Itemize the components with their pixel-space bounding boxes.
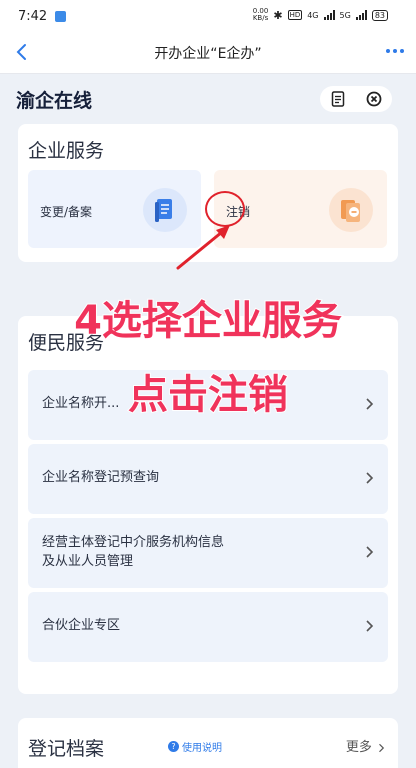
service-label-line1: 经营主体登记中介服务机构信息 <box>42 535 225 550</box>
status-indicators: 0.00 KB/s ✱ HD 4G 5G 83 <box>253 8 388 22</box>
help-icon: ? <box>168 741 179 752</box>
signal-icon-2 <box>355 10 367 20</box>
network-4g-label: 4G <box>307 10 319 20</box>
enterprise-services-title: 企业服务 <box>28 140 105 162</box>
enterprise-services-card: 企业服务 变更/备案 注销 <box>18 124 398 262</box>
nav-title: 开办企业“E企办” <box>154 46 262 62</box>
change-filing-label: 变更/备案 <box>40 205 93 219</box>
status-time: 7:42 <box>18 9 48 24</box>
more-button[interactable] <box>384 38 406 68</box>
service-row-intermediary[interactable]: 经营主体登记中介服务机构信息 及从业人员管理 <box>28 518 388 588</box>
change-filing-tile[interactable]: 变更/备案 <box>28 170 201 248</box>
close-button[interactable] <box>365 90 383 108</box>
battery-icon: 83 <box>371 9 388 21</box>
service-label: 企业名称登记预查询 <box>42 470 160 485</box>
service-label: 合伙企业专区 <box>42 618 121 633</box>
network-5g-label: 5G <box>339 10 351 20</box>
service-label-line2: 及从业人员管理 <box>42 554 134 569</box>
chevron-right-icon <box>379 743 385 752</box>
cancel-doc-icon <box>329 188 373 232</box>
status-bar: 7:42 0.00 KB/s ✱ HD 4G 5G 83 <box>0 0 416 32</box>
hd-badge: HD <box>287 10 303 20</box>
annotation-step-text: 4选择企业服务 <box>73 297 343 345</box>
document-list-icon <box>331 91 345 107</box>
highlight-circle <box>205 191 245 227</box>
usage-guide-label: 使用说明 <box>182 743 222 754</box>
archive-more-label: 更多 <box>345 740 372 755</box>
network-speed: 0.00 KB/s <box>253 8 269 22</box>
title-actions <box>320 86 392 112</box>
document-icon <box>143 188 187 232</box>
chevron-right-icon <box>366 472 374 484</box>
archive-title: 登记档案 <box>28 738 105 760</box>
app-notification-icon <box>55 11 66 22</box>
close-circle-icon <box>366 91 382 107</box>
archive-card: 登记档案 ? 使用说明 更多 <box>18 718 398 768</box>
page-title: 渝企在线 <box>16 90 93 112</box>
network-speed-unit: KB/s <box>252 14 269 22</box>
service-row-partnership[interactable]: 合伙企业专区 <box>28 592 388 662</box>
service-row-name-precheck[interactable]: 企业名称登记预查询 <box>28 444 388 514</box>
nav-header: 开办企业“E企办” <box>0 32 416 74</box>
usage-guide-link[interactable]: ? 使用说明 <box>168 739 222 754</box>
signal-icon <box>323 10 335 20</box>
chevron-right-icon <box>366 620 374 632</box>
more-dots-icon <box>386 49 404 53</box>
chevron-right-icon <box>366 546 374 558</box>
annotation-action-text: 点击注销 <box>127 371 289 419</box>
bluetooth-icon: ✱ <box>273 8 283 22</box>
document-list-button[interactable] <box>329 90 347 108</box>
archive-more-link[interactable]: 更多 <box>346 736 386 755</box>
